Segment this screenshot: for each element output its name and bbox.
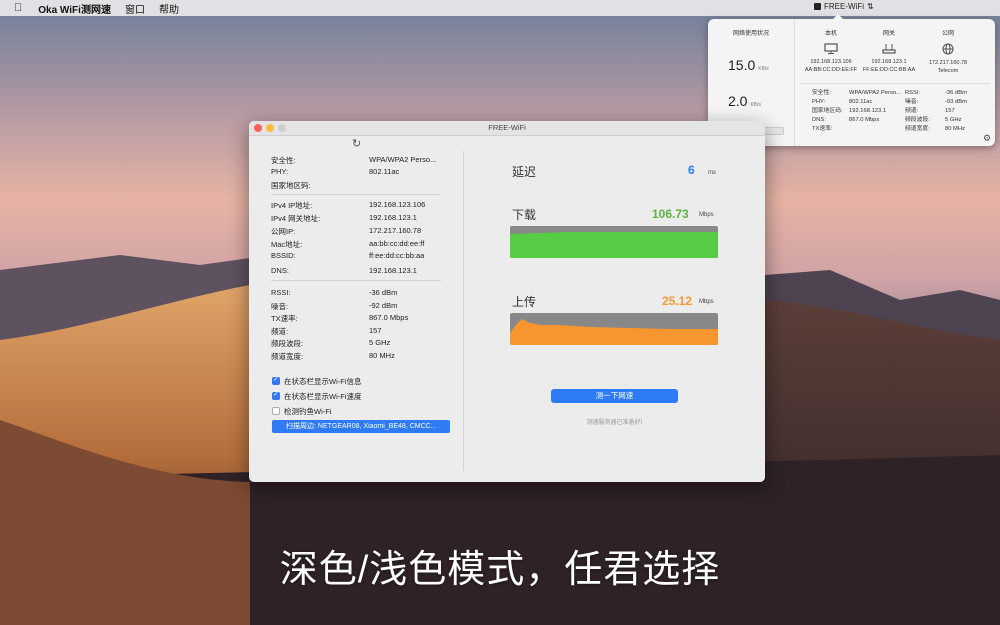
gear-icon[interactable]: ⚙ bbox=[983, 133, 991, 144]
upload-chart bbox=[510, 313, 718, 345]
rssi-value: -36 dBm bbox=[369, 288, 398, 297]
channel-value: 157 bbox=[369, 326, 382, 335]
download-chart-area bbox=[510, 232, 718, 258]
refresh-icon[interactable]: ↻ bbox=[352, 137, 361, 150]
upload-speed: 2.0 KB/s bbox=[728, 93, 762, 109]
popover-separator bbox=[800, 83, 990, 84]
window-title: FREE-WiFi bbox=[488, 123, 526, 132]
mac-label: Mac地址: bbox=[271, 240, 303, 249]
download-label: 下载 bbox=[512, 208, 537, 222]
band-label: 频段波段: bbox=[271, 339, 304, 348]
tx-rate-value: 867.0 Mbps bbox=[369, 313, 409, 322]
server-ready-hint: 测速服务器已准备好! bbox=[586, 420, 643, 426]
public-ip-label: 公网IP: bbox=[271, 227, 296, 236]
speed-test-button[interactable]: 测一下网速 bbox=[551, 389, 678, 403]
latency-unit: ms bbox=[708, 170, 716, 176]
rssi-label: RSSI: bbox=[271, 288, 291, 297]
channel-width-value: 80 MHz bbox=[369, 351, 395, 360]
checkbox-detect-phishing[interactable] bbox=[272, 407, 280, 415]
upload-unit: Mbps bbox=[699, 299, 714, 305]
column-public: 公网 172.217.160.78 Telecom bbox=[928, 31, 968, 74]
scan-nearby-button[interactable]: 扫描周边: NETGEAR08, Xiaomi_BE48, CMCC... bbox=[272, 420, 450, 433]
download-unit: Mbps bbox=[699, 212, 714, 218]
checkbox-label[interactable]: 检测钓鱼Wi-Fi bbox=[284, 406, 332, 417]
ipv4-gateway-value: 192.168.123.1 bbox=[369, 213, 417, 222]
checkmark-icon: ✓ bbox=[273, 391, 279, 398]
dns-label: DNS: bbox=[271, 266, 289, 275]
ipv4-gateway-label: IPv4 网关地址: bbox=[271, 214, 321, 223]
ipv4-ip-label: IPv4 IP地址: bbox=[271, 201, 313, 210]
latency-value: 6 bbox=[688, 163, 695, 177]
download-value: 106.73 bbox=[652, 207, 689, 221]
apple-menu-icon[interactable]:  bbox=[14, 2, 22, 14]
popover-caret bbox=[832, 14, 844, 20]
menu-help[interactable]: 帮助 bbox=[159, 1, 179, 16]
tx-rate-label: TX速率: bbox=[271, 314, 298, 323]
tray-speed-icon: ⇅ bbox=[867, 2, 874, 11]
main-window: FREE-WiFi ↻ 安全性: WPA/WPA2 Perso... PHY: … bbox=[249, 121, 765, 482]
column-local: 本机 192.168.123.106 AA:BB:CC:DD:EE:FF bbox=[804, 31, 858, 73]
checkbox-show-wifi-speed[interactable]: ✓ bbox=[272, 391, 280, 400]
phy-label: PHY: bbox=[271, 167, 289, 176]
promo-caption: 深色/浅色模式，任君选择 bbox=[279, 549, 721, 591]
panel-divider bbox=[463, 151, 464, 471]
channel-label: 频道: bbox=[271, 327, 289, 336]
menu-window[interactable]: 窗口 bbox=[125, 1, 145, 16]
public-ip-value: 172.217.160.78 bbox=[369, 226, 422, 235]
security-value: WPA/WPA2 Perso... bbox=[369, 155, 437, 164]
upload-value: 25.12 bbox=[662, 294, 693, 308]
status-bar-wifi-item[interactable]: FREE-WiFi ⇅ bbox=[814, 2, 874, 11]
upload-chart-area bbox=[510, 319, 718, 345]
checkmark-icon: ✓ bbox=[273, 376, 279, 383]
menu-app-name[interactable]: Oka WiFi测网速 bbox=[38, 1, 111, 16]
popover-left-values: WPA/WPA2 Perso... 802.11ac 192.168.123.1… bbox=[849, 90, 901, 123]
usage-title: 网络使用状况 bbox=[732, 31, 769, 37]
wifi-status-icon bbox=[814, 3, 821, 10]
latency-label: 延迟 bbox=[512, 165, 537, 179]
download-chart bbox=[510, 226, 718, 258]
band-value: 5 GHz bbox=[369, 338, 391, 347]
info-separator bbox=[271, 280, 441, 281]
country-code-label: 国家地区码: bbox=[271, 181, 311, 190]
checkbox-label[interactable]: 在状态栏显示Wi-Fi信息 bbox=[284, 376, 362, 387]
title-bar: FREE-WiFi bbox=[249, 121, 765, 136]
globe-icon bbox=[942, 43, 954, 55]
dns-value: 192.168.123.1 bbox=[369, 266, 417, 275]
popover-right-values: -36 dBm -93 dBm 157 5 GHz 80 MHz bbox=[945, 90, 967, 132]
column-gateway: 网关 192.168.123.1 FF:EE:DD:CC:BB:AA bbox=[862, 31, 916, 73]
upload-label: 上传 bbox=[512, 295, 537, 309]
info-separator bbox=[271, 194, 441, 195]
security-label: 安全性: bbox=[271, 156, 296, 165]
mac-value: aa:bb:cc:dd:ee:ff bbox=[369, 239, 425, 248]
checkbox-show-wifi-info[interactable]: ✓ bbox=[272, 376, 280, 385]
noise-value: -92 dBm bbox=[369, 301, 398, 310]
popover-right-info: RSSI: 噪音: 频道: 频段波段: 频道宽度: bbox=[905, 90, 930, 132]
channel-width-label: 频道宽度: bbox=[271, 352, 304, 361]
router-icon bbox=[882, 44, 896, 54]
tray-ssid: FREE-WiFi bbox=[824, 2, 864, 11]
monitor-icon bbox=[824, 43, 838, 54]
bssid-label: BSSID: bbox=[271, 251, 296, 260]
ipv4-ip-value: 192.168.123.106 bbox=[369, 200, 426, 209]
download-speed: 15.0 KB/s bbox=[728, 57, 769, 73]
checkbox-label[interactable]: 在状态栏显示Wi-Fi速度 bbox=[284, 391, 362, 402]
popover-left-info: 安全性: PHY: 国家地区码: DNS: TX速率: bbox=[812, 90, 843, 132]
bssid-value: ff:ee:dd:cc:bb:aa bbox=[369, 251, 425, 260]
noise-label: 噪音: bbox=[271, 302, 289, 311]
phy-value: 802.11ac bbox=[369, 167, 400, 176]
